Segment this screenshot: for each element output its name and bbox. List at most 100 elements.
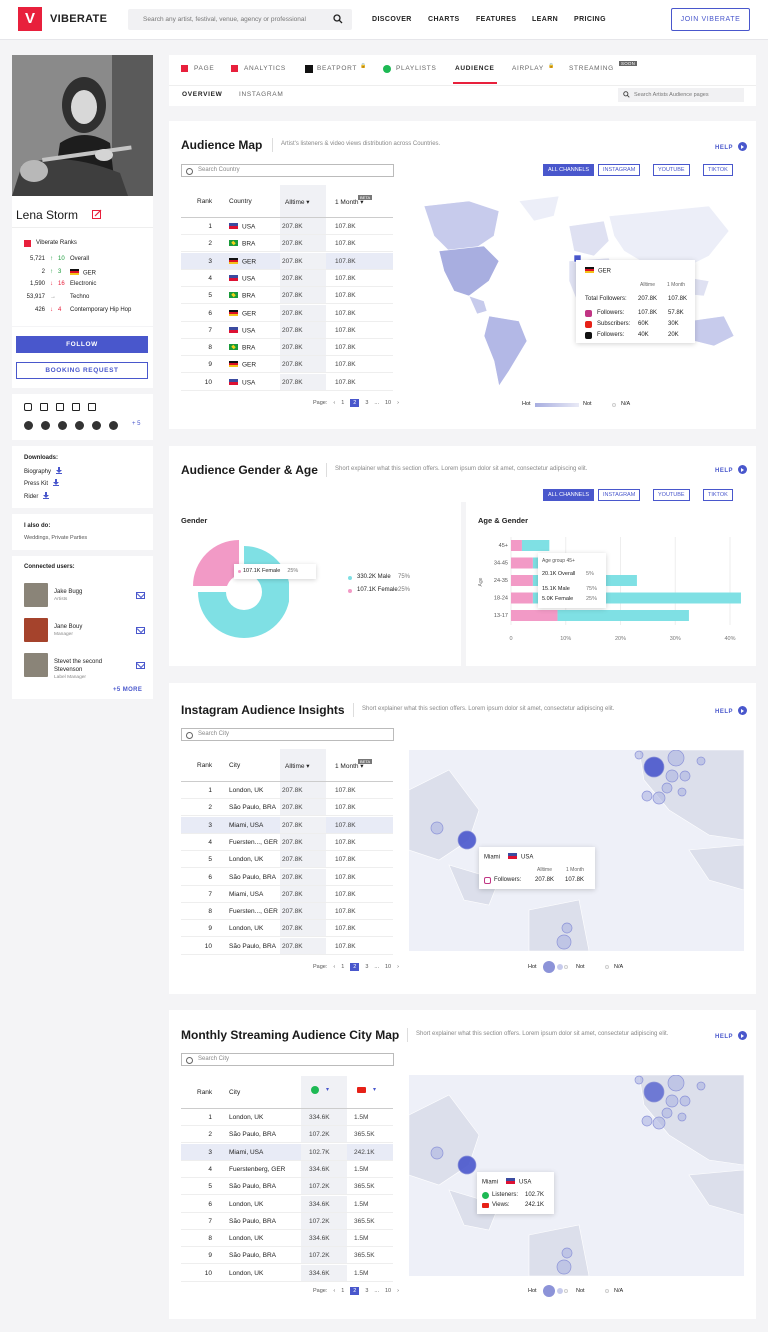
download-rider[interactable]: Rider [24, 492, 50, 500]
page-number[interactable]: 1 [341, 964, 344, 970]
table-row[interactable]: 3 GER 207.8K 107.8K [181, 252, 393, 270]
table-row[interactable]: 6 London, UK 334.6K 1.5M [181, 1195, 393, 1213]
prev-page-icon[interactable]: ‹ [333, 964, 335, 970]
table-row[interactable]: 2 BRA 207.8K 107.8K [181, 235, 393, 253]
mail-icon[interactable] [136, 592, 145, 599]
download-icon[interactable] [43, 492, 50, 499]
table-row[interactable]: 7 Miami, USA 207.8K 107.8K [181, 885, 393, 903]
male-bar[interactable] [521, 540, 550, 551]
search-icon[interactable] [333, 14, 343, 24]
rank-label[interactable]: Overall [70, 256, 89, 262]
channel-tiktok[interactable]: TIKTOK [703, 164, 733, 176]
tab-page[interactable]: PAGE [194, 65, 214, 72]
linkedin-icon[interactable] [72, 403, 80, 411]
rank-label[interactable]: Techno [70, 294, 89, 300]
page-number[interactable]: 3 [365, 964, 368, 970]
page-number[interactable]: 2 [350, 1287, 360, 1295]
page-number[interactable]: 10 [385, 400, 391, 406]
table-row[interactable]: 8 Fuersten..., GER 207.8K 107.8K [181, 903, 393, 921]
instagram-icon[interactable] [24, 403, 32, 411]
tab-airplay[interactable]: AIRPLAY [512, 65, 544, 72]
male-bar[interactable] [557, 610, 689, 621]
nav-learn[interactable]: LEARN [532, 16, 558, 23]
next-page-icon[interactable]: › [397, 964, 399, 970]
page-number[interactable]: 3 [365, 1288, 368, 1294]
female-bar[interactable] [511, 540, 522, 551]
country-search-input[interactable]: Search Country [181, 164, 394, 177]
table-row[interactable]: 8 London, UK 334.6K 1.5M [181, 1230, 393, 1248]
col-alltime[interactable]: Alltime ▾ [280, 749, 326, 781]
page-number[interactable]: 10 [385, 964, 391, 970]
tab-beatport[interactable]: BEATPORT [317, 65, 357, 72]
female-bar[interactable] [511, 575, 533, 586]
table-row[interactable]: 5 São Paulo, BRA 107.2K 365.5K [181, 1178, 393, 1196]
nav-features[interactable]: FEATURES [476, 16, 516, 23]
tab-analytics[interactable]: ANALYTICS [244, 65, 286, 72]
download-icon[interactable] [53, 479, 60, 486]
page-number[interactable]: 1 [341, 1288, 344, 1294]
nav-pricing[interactable]: PRICING [574, 16, 606, 23]
avatar[interactable] [24, 618, 48, 642]
help-link[interactable]: HELP [715, 706, 748, 715]
female-bar[interactable] [511, 610, 558, 621]
channel-instagram[interactable]: INSTAGRAM [598, 489, 641, 501]
next-page-icon[interactable]: › [397, 1288, 399, 1294]
table-row[interactable]: 10 London, UK 334.6K 1.5M [181, 1264, 393, 1282]
table-row[interactable]: 5 BRA 207.8K 107.8K [181, 287, 393, 305]
follow-button[interactable]: FOLLOW [16, 336, 148, 353]
table-row[interactable]: 1 USA 207.8K 107.8K [181, 218, 393, 235]
table-row[interactable]: 2 São Paulo, BRA 107.2K 365.5K [181, 1126, 393, 1144]
prev-page-icon[interactable]: ‹ [333, 400, 335, 406]
nav-discover[interactable]: DISCOVER [372, 16, 412, 23]
page-number[interactable]: 2 [350, 399, 360, 407]
viberate-logo[interactable]: V [18, 7, 42, 31]
channel-tiktok[interactable]: TIKTOK [703, 489, 733, 501]
prev-page-icon[interactable]: ‹ [333, 1288, 335, 1294]
tab-streaming[interactable]: STREAMING [569, 65, 614, 72]
channel-youtube[interactable]: YOUTUBE [653, 164, 690, 176]
tab-playlists[interactable]: PLAYLISTS [396, 65, 437, 72]
audience-pages-search[interactable]: Search Artists Audience pages [618, 88, 744, 102]
page-number[interactable]: 2 [350, 963, 360, 971]
sort-icon[interactable]: ▾ [373, 1086, 376, 1093]
more-users-link[interactable]: +5 MORE [113, 687, 142, 693]
channel-all[interactable]: ALL CHANNELS [543, 164, 595, 176]
mail-icon[interactable] [136, 627, 145, 634]
col-spotify[interactable] [301, 1076, 347, 1108]
table-row[interactable]: 10 USA 207.8K 107.8K [181, 373, 393, 391]
tab-audience[interactable]: AUDIENCE [455, 65, 495, 72]
help-link[interactable]: HELP [715, 1031, 748, 1040]
more-socials-link[interactable]: + 5 [132, 421, 141, 427]
city-search-input[interactable]: Search City [181, 728, 394, 741]
join-button[interactable]: JOIN VIBERATE [671, 8, 750, 31]
table-row[interactable]: 2 São Paulo, BRA 207.8K 107.8K [181, 799, 393, 817]
table-row[interactable]: 6 São Paulo, BRA 207.8K 107.8K [181, 868, 393, 886]
music-platform-icon[interactable] [41, 421, 50, 430]
logo-text[interactable]: VIBERATE [50, 13, 107, 25]
global-search[interactable]: Search any artist, festival, venue, agen… [128, 9, 352, 30]
female-bar[interactable] [511, 592, 533, 604]
youtube-icon[interactable] [88, 403, 96, 411]
table-row[interactable]: 6 GER 207.8K 107.8K [181, 304, 393, 322]
table-row[interactable]: 3 Miami, USA 207.8K 107.8K [181, 816, 393, 834]
help-link[interactable]: HELP [715, 142, 748, 151]
page-number[interactable]: 1 [341, 400, 344, 406]
booking-request-button[interactable]: BOOKING REQUEST [16, 362, 148, 379]
col-alltime[interactable]: Alltime ▾ [280, 185, 326, 217]
table-row[interactable]: 4 USA 207.8K 107.8K [181, 269, 393, 287]
table-row[interactable]: 7 USA 207.8K 107.8K [181, 321, 393, 339]
table-row[interactable]: 1 London, UK 207.8K 107.8K [181, 782, 393, 799]
table-row[interactable]: 9 GER 207.8K 107.8K [181, 356, 393, 374]
avatar[interactable] [24, 583, 48, 607]
next-page-icon[interactable]: › [397, 400, 399, 406]
music-platform-icon[interactable] [75, 421, 84, 430]
table-row[interactable]: 4 Fuersten..., GER 207.8K 107.8K [181, 833, 393, 851]
channel-youtube[interactable]: YOUTUBE [653, 489, 690, 501]
rank-label[interactable]: GER [70, 268, 96, 276]
channel-instagram[interactable]: INSTAGRAM [598, 164, 641, 176]
sort-icon[interactable]: ▾ [326, 1086, 329, 1093]
facebook-icon[interactable] [40, 403, 48, 411]
twitter-icon[interactable] [56, 403, 64, 411]
avatar[interactable] [24, 653, 48, 677]
city-search-input[interactable]: Search City [181, 1053, 394, 1066]
